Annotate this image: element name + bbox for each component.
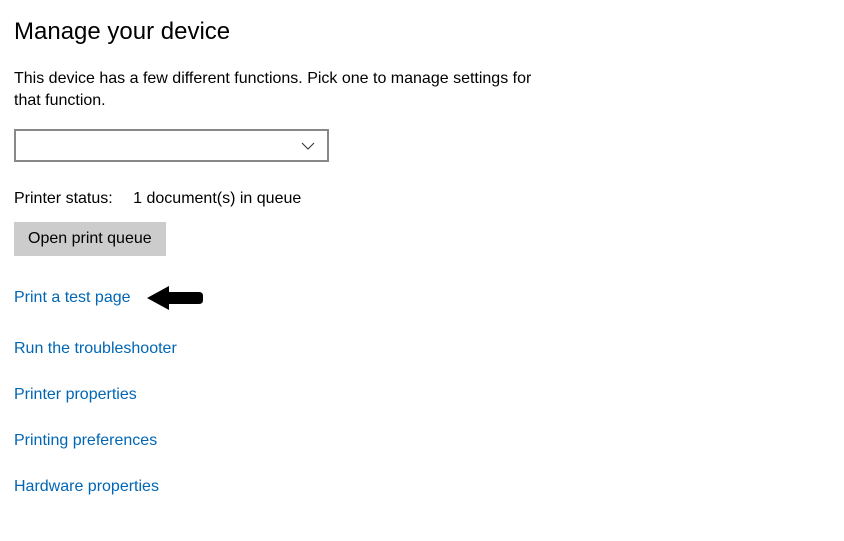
printer-status-value: 1 document(s) in queue: [133, 190, 301, 207]
print-test-page-link[interactable]: Print a test page: [14, 289, 131, 307]
link-list: Print a test page Run the troubleshooter…: [14, 284, 830, 496]
open-print-queue-button[interactable]: Open print queue: [14, 222, 166, 256]
run-troubleshooter-link[interactable]: Run the troubleshooter: [14, 340, 177, 358]
function-dropdown[interactable]: [14, 129, 329, 162]
printer-status-label: Printer status:: [14, 190, 113, 207]
printer-properties-link[interactable]: Printer properties: [14, 386, 137, 404]
chevron-down-icon: [301, 142, 315, 150]
page-title: Manage your device: [14, 18, 830, 46]
hardware-properties-link[interactable]: Hardware properties: [14, 478, 159, 496]
arrow-left-icon: [147, 284, 203, 312]
printer-status-row: Printer status: 1 document(s) in queue: [14, 190, 830, 208]
page-description: This device has a few different function…: [14, 68, 534, 111]
printing-preferences-link[interactable]: Printing preferences: [14, 432, 157, 450]
